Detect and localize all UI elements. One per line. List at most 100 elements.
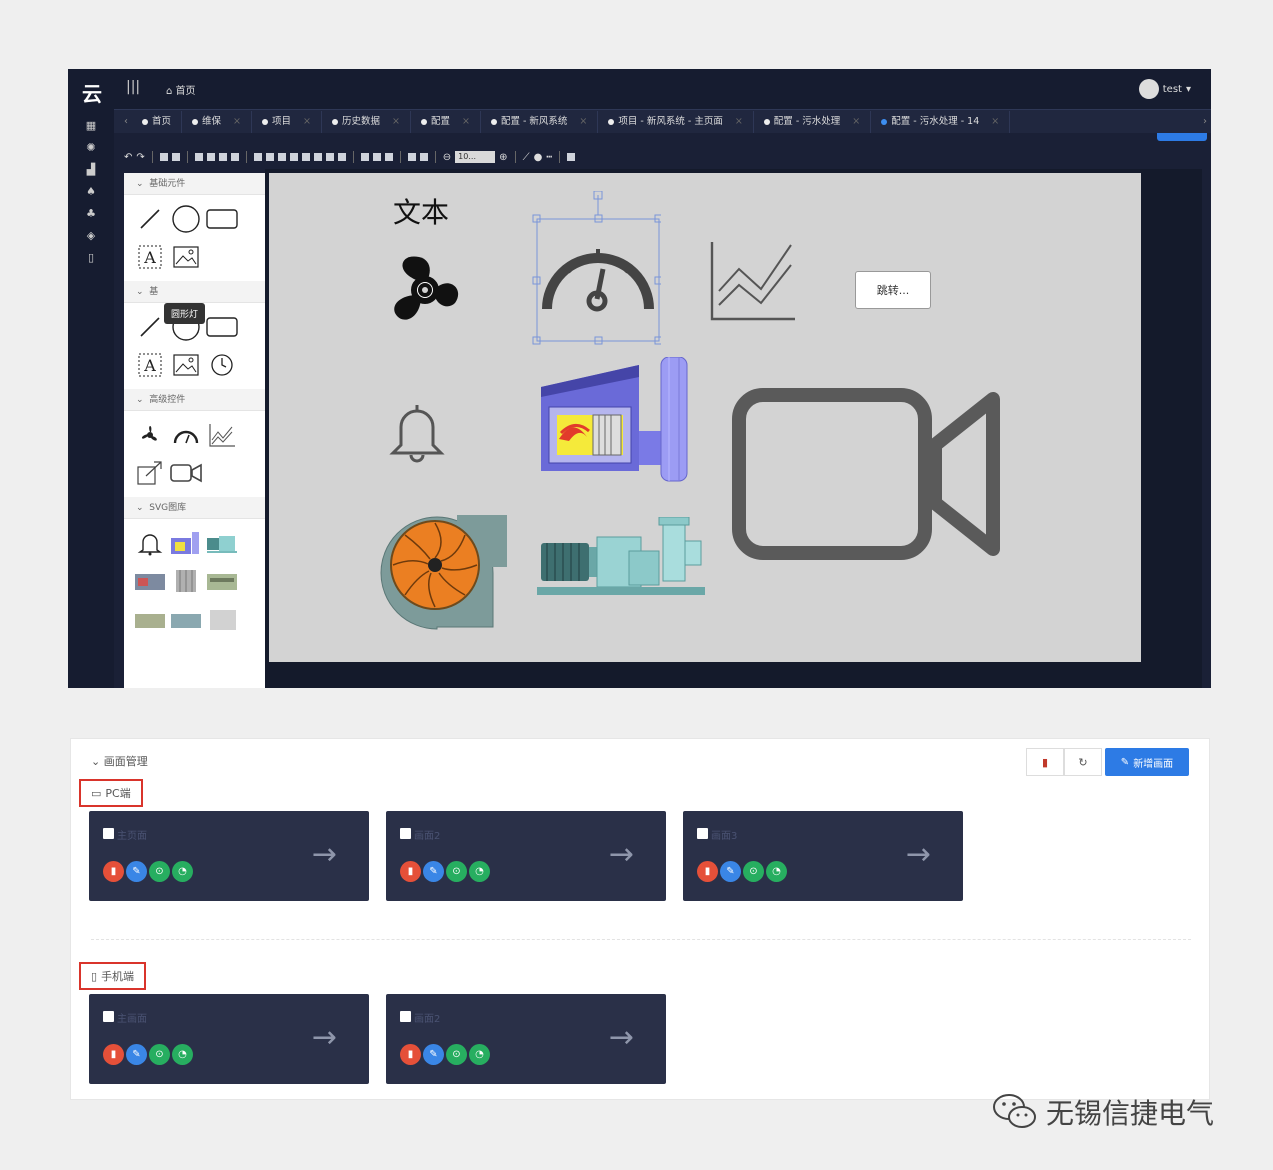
align-middle-icon[interactable] [301, 153, 310, 161]
canvas-text-element[interactable]: 文本 [393, 191, 449, 231]
distribute-h-icon[interactable] [325, 153, 334, 161]
align-top-icon[interactable] [289, 153, 298, 161]
close-icon[interactable]: × [392, 111, 400, 133]
undo-icon[interactable]: ↶ [124, 152, 132, 163]
panel-title[interactable]: ⌄ 画面管理 [91, 753, 148, 769]
fill-color-icon[interactable]: ● [534, 152, 543, 163]
same-width-icon[interactable] [360, 153, 369, 161]
open-icon[interactable]: ⊙ [446, 861, 467, 882]
tab-home[interactable]: 首页 [132, 110, 183, 133]
line-tool[interactable] [134, 311, 166, 343]
close-icon[interactable]: × [303, 111, 311, 133]
close-icon[interactable]: × [233, 111, 241, 133]
layers-icon[interactable]: ◈ [68, 225, 114, 247]
screen-checkbox[interactable] [400, 828, 411, 839]
canvas-pump-motor-icon[interactable] [535, 517, 707, 601]
zoom-in-icon[interactable]: ⊕ [499, 152, 507, 163]
screen-card[interactable]: 画面2 ▮ ✎ ⊙ ◔ → [386, 811, 666, 901]
redo-icon[interactable]: ↷ [136, 152, 144, 163]
breadcrumb-home[interactable]: ⌂ 首页 [166, 82, 196, 97]
screen-checkbox[interactable] [103, 828, 114, 839]
edit-icon[interactable]: ✎ [423, 1044, 444, 1065]
close-icon[interactable]: × [462, 111, 470, 133]
screen-checkbox[interactable] [400, 1011, 411, 1022]
close-icon[interactable]: × [991, 111, 999, 133]
tab-project[interactable]: 项目 × [252, 110, 322, 133]
lock-icon[interactable] [407, 153, 416, 161]
tab-config[interactable]: 配置 × [411, 110, 481, 133]
delete-icon[interactable]: ▮ [103, 1044, 124, 1065]
delete-icon[interactable]: ▮ [400, 1044, 421, 1065]
palette-section-basic-2[interactable]: ⌄ 基 [124, 281, 265, 303]
copy-icon[interactable] [159, 153, 168, 161]
delete-icon[interactable]: ▮ [103, 861, 124, 882]
line-style-icon[interactable]: ⟋ [523, 152, 530, 163]
link-jump-tool[interactable] [134, 457, 166, 489]
image-tool[interactable] [170, 241, 202, 273]
send-back-icon[interactable] [230, 153, 239, 161]
line-dash-icon[interactable]: ┅ [546, 152, 552, 163]
arrow-right-icon[interactable]: → [609, 1020, 634, 1055]
tab-scroll-right-icon[interactable]: › [1199, 116, 1211, 127]
canvas-centrifugal-fan-icon[interactable] [377, 513, 509, 633]
bring-front-icon[interactable] [218, 153, 227, 161]
tab-history[interactable]: 历史数据 × [322, 110, 411, 133]
svg-boiler[interactable] [170, 527, 202, 559]
screen-checkbox[interactable] [697, 828, 708, 839]
add-screen-button[interactable]: ✎ 新增画面 [1105, 748, 1189, 776]
screen-card[interactable]: 画面2 ▮ ✎ ⊙ ◔ → [386, 994, 666, 1084]
screen-card[interactable]: 画面3 ▮ ✎ ⊙ ◔ → [683, 811, 963, 901]
arrow-right-icon[interactable]: → [906, 837, 931, 872]
chart-icon[interactable]: ▟ [68, 159, 114, 181]
book-icon[interactable]: ▯ [68, 247, 114, 269]
clock-tool[interactable] [206, 349, 238, 381]
grid-icon[interactable]: ▦ [68, 115, 114, 137]
tab-project-fresh-air-main[interactable]: 项目 - 新风系统 - 主页面 × [598, 110, 754, 133]
edit-icon[interactable]: ✎ [423, 861, 444, 882]
line-tool[interactable] [134, 203, 166, 235]
edit-icon[interactable]: ✎ [126, 1044, 147, 1065]
canvas-boiler-icon[interactable] [539, 357, 691, 485]
arrow-right-icon[interactable]: → [312, 837, 337, 872]
image-tool[interactable] [170, 349, 202, 381]
palette-section-svg-library[interactable]: ⌄ SVG图库 [124, 497, 265, 519]
unlock-icon[interactable] [419, 153, 428, 161]
open-icon[interactable]: ⊙ [743, 861, 764, 882]
tab-scroll-left-icon[interactable]: ‹ [120, 116, 132, 127]
bell-icon[interactable]: ♠ [68, 181, 114, 203]
preview-icon[interactable] [567, 153, 576, 161]
svg-bell[interactable] [134, 527, 166, 559]
arrow-right-icon[interactable]: → [609, 837, 634, 872]
circle-tool[interactable] [170, 203, 202, 235]
user-menu[interactable]: test ▾ [1138, 79, 1191, 99]
video-tool[interactable] [170, 457, 202, 489]
preview-icon[interactable]: ◔ [469, 861, 490, 882]
canvas-jump-button[interactable]: 跳转... [855, 271, 931, 309]
tab-config-fresh-air[interactable]: 配置 - 新风系统 × [481, 110, 599, 133]
rect-tool[interactable] [206, 203, 238, 235]
arrow-right-icon[interactable]: → [312, 1020, 337, 1055]
delete-icon[interactable]: ▮ [697, 861, 718, 882]
palette-section-basic[interactable]: ⌄ 基础元件 [124, 173, 265, 195]
delete-icon[interactable] [171, 153, 180, 161]
palette-section-advanced[interactable]: ⌄ 高级控件 [124, 389, 265, 411]
design-canvas[interactable]: 文本 跳转... [269, 173, 1141, 662]
close-icon[interactable]: × [579, 111, 587, 133]
screen-card[interactable]: 主画面 ▮ ✎ ⊙ ◔ → [89, 994, 369, 1084]
open-icon[interactable]: ⊙ [149, 861, 170, 882]
delete-icon[interactable]: ▮ [400, 861, 421, 882]
zoom-select[interactable]: 10... [455, 151, 496, 163]
same-size-icon[interactable] [384, 153, 393, 161]
canvas-bell-icon[interactable] [387, 401, 447, 463]
edit-icon[interactable]: ✎ [126, 861, 147, 882]
tab-config-sewage-14[interactable]: 配置 - 污水处理 - 14 × [871, 110, 1011, 133]
delete-button[interactable]: ▮ [1026, 748, 1064, 776]
preview-icon[interactable]: ◔ [766, 861, 787, 882]
menu-toggle-button[interactable]: ||| [126, 79, 140, 95]
preview-icon[interactable]: ◔ [469, 1044, 490, 1065]
fan-tool[interactable] [134, 419, 166, 451]
ungroup-icon[interactable] [206, 153, 215, 161]
canvas-video-camera-icon[interactable] [731, 387, 1001, 563]
edit-icon[interactable]: ✎ [720, 861, 741, 882]
tab-config-sewage[interactable]: 配置 - 污水处理 × [754, 110, 872, 133]
